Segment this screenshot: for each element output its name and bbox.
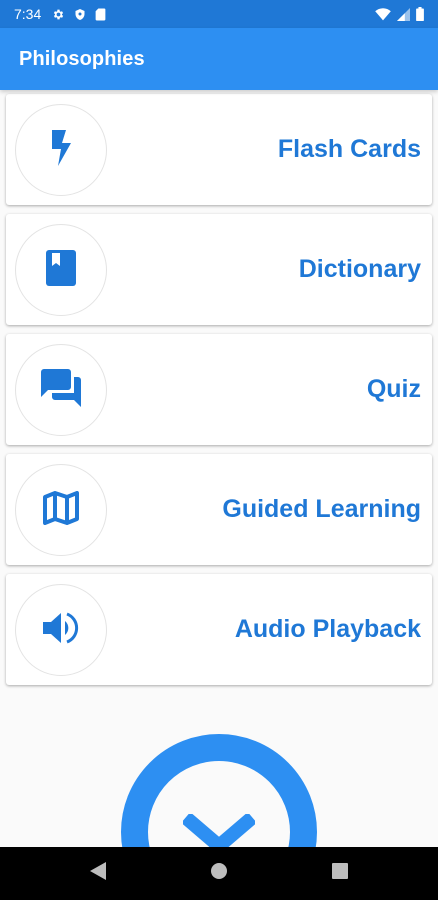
icon-circle: [15, 344, 107, 436]
card-label: Guided Learning: [222, 495, 421, 523]
card-label: Dictionary: [298, 255, 421, 283]
status-bar: 7:34: [0, 0, 438, 28]
battery-icon: [416, 7, 424, 21]
shield-icon: [74, 8, 86, 21]
navigation-bar: [0, 847, 438, 900]
card-label: Audio Playback: [234, 615, 421, 643]
status-right: [375, 7, 424, 21]
audio-playback-card[interactable]: Audio Playback: [6, 574, 432, 685]
flash-icon: [50, 129, 72, 171]
recents-button[interactable]: [310, 847, 370, 900]
book-icon: [46, 249, 76, 291]
home-button[interactable]: [189, 847, 249, 900]
flash-cards-card[interactable]: Flash Cards: [6, 94, 432, 205]
status-left: 7:34: [14, 6, 106, 22]
sd-card-icon: [95, 8, 106, 21]
signal-icon: [397, 7, 410, 21]
back-icon: [90, 862, 106, 885]
app-title: Philosophies: [19, 47, 145, 70]
chat-bubbles-icon: [41, 368, 81, 412]
menu-list: Flash Cards Dictionary Quiz Guided Learn…: [6, 94, 432, 694]
icon-circle: [15, 224, 107, 316]
app-bar: Philosophies: [0, 28, 438, 90]
gear-icon: [52, 8, 65, 21]
icon-circle: [15, 104, 107, 196]
dictionary-card[interactable]: Dictionary: [6, 214, 432, 325]
icon-circle: [15, 584, 107, 676]
quiz-card[interactable]: Quiz: [6, 334, 432, 445]
card-label: Quiz: [366, 375, 421, 403]
speaker-icon: [43, 612, 79, 649]
wifi-icon: [375, 7, 391, 21]
map-icon: [43, 490, 79, 530]
recents-icon: [332, 863, 348, 884]
status-time: 7:34: [14, 6, 42, 22]
icon-circle: [15, 464, 107, 556]
back-button[interactable]: [68, 847, 128, 900]
card-label: Flash Cards: [277, 135, 421, 163]
home-icon: [210, 862, 228, 885]
guided-learning-card[interactable]: Guided Learning: [6, 454, 432, 565]
